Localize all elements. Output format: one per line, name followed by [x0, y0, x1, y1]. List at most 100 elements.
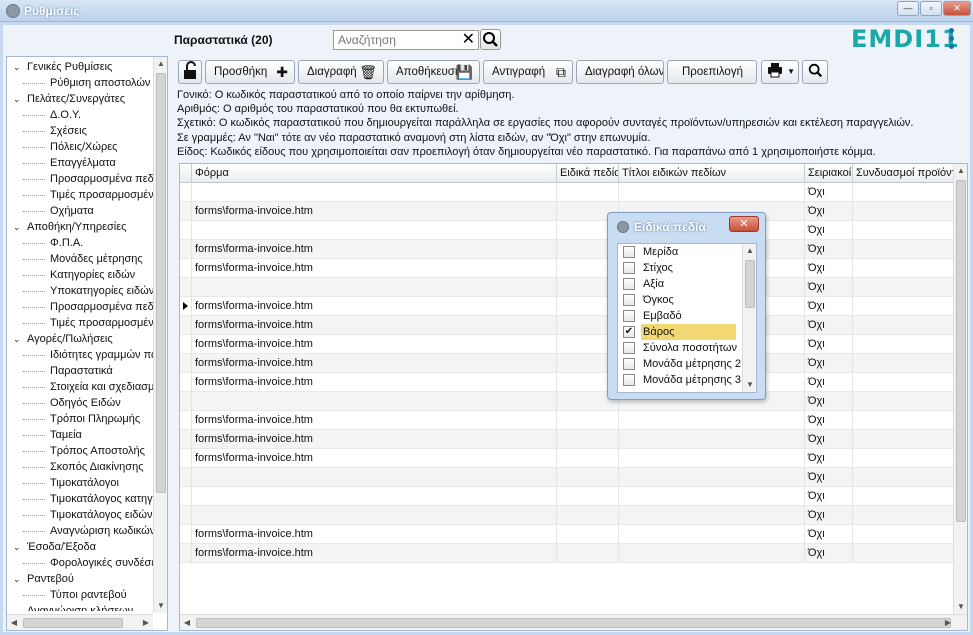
scroll-left-arrow-icon[interactable]: ◀ — [7, 615, 21, 630]
default-button[interactable]: Προεπιλογή — [667, 60, 757, 84]
delete-button[interactable]: Διαγραφή 🗑 — [298, 60, 384, 84]
tree-item[interactable]: Σχέσεις — [7, 123, 157, 139]
cell-serials[interactable]: Όχι — [805, 544, 853, 563]
special-field-option[interactable]: Αξία — [618, 276, 756, 292]
tree-horizontal-scrollbar[interactable]: ◀ ▶ — [7, 614, 153, 630]
table-row[interactable]: Όχι — [180, 468, 955, 487]
table-row[interactable]: forms\forma-invoice.htm Όχι — [180, 525, 955, 544]
scroll-thumb[interactable] — [956, 180, 966, 522]
scroll-thumb[interactable] — [196, 618, 951, 628]
add-button[interactable]: Προσθήκη ✚ — [205, 60, 295, 84]
special-field-option[interactable]: ✔ Βάρος — [618, 324, 756, 340]
table-row[interactable]: forms\forma-invoice.htm Όχι — [180, 430, 955, 449]
tree-item[interactable]: Τιμοκατάλογος κατηγορ — [7, 491, 157, 507]
option-checkbox[interactable] — [623, 358, 635, 370]
row-indicator[interactable] — [180, 354, 192, 373]
tree-item[interactable]: Τύποι ραντεβού — [7, 587, 157, 603]
table-row[interactable]: Όχι — [180, 506, 955, 525]
cell-special-fields[interactable] — [557, 525, 619, 544]
tree-item[interactable]: Φορολογικές συνδέσεις — [7, 555, 157, 571]
column-header-form[interactable]: Φόρμα — [192, 164, 557, 183]
dropdown-caret-icon[interactable]: ▼ — [787, 61, 795, 83]
toolbar-search-button[interactable] — [802, 60, 828, 84]
minimize-button[interactable]: — — [897, 1, 919, 16]
cell-product-combinations[interactable] — [853, 487, 955, 506]
cell-product-combinations[interactable] — [853, 411, 955, 430]
row-indicator[interactable] — [180, 392, 192, 411]
tree-item[interactable]: Τιμές προσαρμοσμένων — [7, 315, 157, 331]
cell-product-combinations[interactable] — [853, 354, 955, 373]
tree-item[interactable]: Τρόποι Πληρωμής — [7, 411, 157, 427]
option-checkbox[interactable] — [623, 294, 635, 306]
scroll-right-arrow-icon[interactable]: ▶ — [941, 615, 955, 630]
row-indicator[interactable] — [180, 544, 192, 563]
row-indicator[interactable] — [180, 335, 192, 354]
cell-serials[interactable]: Όχι — [805, 183, 853, 202]
row-indicator[interactable] — [180, 202, 192, 221]
cell-serials[interactable]: Όχι — [805, 316, 853, 335]
scroll-thumb[interactable] — [745, 260, 755, 308]
cell-form[interactable]: forms\forma-invoice.htm — [192, 335, 557, 354]
cell-special-fields[interactable] — [557, 544, 619, 563]
cell-serials[interactable]: Όχι — [805, 278, 853, 297]
restore-button[interactable]: ▫ — [920, 1, 942, 16]
row-indicator[interactable] — [180, 468, 192, 487]
cell-special-fields[interactable] — [557, 506, 619, 525]
cell-form[interactable] — [192, 487, 557, 506]
tree-item[interactable]: Πόλεις/Χώρες — [7, 139, 157, 155]
row-indicator[interactable] — [180, 316, 192, 335]
tree-item[interactable]: Φ.Π.Α. — [7, 235, 157, 251]
tree-item[interactable]: Ρύθμιση αποστολών — [7, 75, 157, 91]
tree-group[interactable]: ⌄ Έσοδα/Έξοδα — [7, 539, 157, 555]
option-checkbox[interactable] — [623, 262, 635, 274]
popup-close-button[interactable]: ✕ — [729, 216, 759, 232]
more-options-icon[interactable] — [948, 28, 956, 52]
table-row[interactable]: forms\forma-invoice.htm Όχι — [180, 240, 955, 259]
tree-group[interactable]: ⌄ Αγορές/Πωλήσεις — [7, 331, 157, 347]
row-indicator[interactable] — [180, 449, 192, 468]
scroll-down-arrow-icon[interactable]: ▼ — [154, 599, 167, 613]
cell-product-combinations[interactable] — [853, 297, 955, 316]
table-row[interactable]: Όχι — [180, 221, 955, 240]
special-field-option[interactable]: Σύνολα ποσοτήτων — [618, 340, 756, 356]
cell-product-combinations[interactable] — [853, 240, 955, 259]
expand-toggle-icon[interactable]: ⌄ — [13, 539, 21, 555]
cell-special-field-titles[interactable] — [619, 468, 805, 487]
cell-form[interactable]: forms\forma-invoice.htm — [192, 259, 557, 278]
cell-form[interactable] — [192, 221, 557, 240]
cell-special-field-titles[interactable] — [619, 183, 805, 202]
table-row[interactable]: forms\forma-invoice.htm Όχι — [180, 202, 955, 221]
table-row[interactable]: Όχι — [180, 183, 955, 202]
search-button[interactable] — [480, 29, 501, 50]
save-button[interactable]: Αποθήκευση 💾 — [387, 60, 480, 84]
special-field-option[interactable]: Μονάδα μέτρησης 2 — [618, 356, 756, 372]
table-row[interactable]: forms\forma-invoice.htm Όχι — [180, 373, 955, 392]
cell-product-combinations[interactable] — [853, 183, 955, 202]
row-indicator[interactable] — [180, 411, 192, 430]
expand-toggle-icon[interactable]: ⌄ — [13, 219, 21, 235]
scroll-up-arrow-icon[interactable]: ▲ — [154, 57, 167, 71]
scroll-up-arrow-icon[interactable]: ▲ — [743, 244, 756, 258]
expand-toggle-icon[interactable]: ⌄ — [13, 91, 21, 107]
cell-form[interactable]: forms\forma-invoice.htm — [192, 411, 557, 430]
cell-serials[interactable]: Όχι — [805, 449, 853, 468]
row-indicator[interactable] — [180, 506, 192, 525]
tree-group[interactable]: ⌄ Ραντεβού — [7, 571, 157, 587]
table-row[interactable]: forms\forma-invoice.htm Όχι — [180, 449, 955, 468]
tree-item[interactable]: Προσαρμοσμένα πεδία — [7, 171, 157, 187]
row-indicator[interactable] — [180, 259, 192, 278]
option-checkbox[interactable] — [623, 310, 635, 322]
tree-item[interactable]: Στοιχεία και σχεδιασμός — [7, 379, 157, 395]
table-row[interactable]: forms\forma-invoice.htm Όχι — [180, 297, 955, 316]
cell-special-field-titles[interactable] — [619, 506, 805, 525]
scroll-thumb[interactable] — [156, 73, 166, 493]
option-checkbox[interactable] — [623, 342, 635, 354]
cell-serials[interactable]: Όχι — [805, 259, 853, 278]
scroll-down-arrow-icon[interactable]: ▼ — [743, 378, 756, 392]
tree-item[interactable]: Ταμεία — [7, 427, 157, 443]
cell-special-field-titles[interactable] — [619, 449, 805, 468]
popup-vertical-scrollbar[interactable]: ▲ ▼ — [742, 244, 756, 392]
table-row[interactable]: forms\forma-invoice.htm Όχι — [180, 354, 955, 373]
cell-form[interactable] — [192, 183, 557, 202]
row-indicator[interactable] — [180, 221, 192, 240]
